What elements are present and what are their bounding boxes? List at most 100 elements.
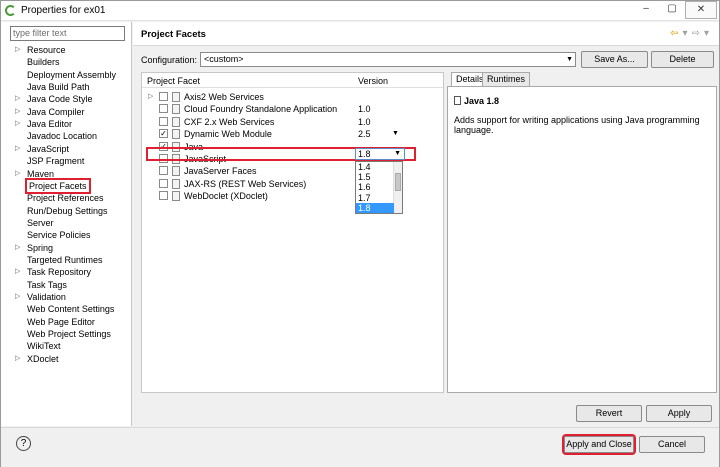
facet-checkbox[interactable]: ✓: [159, 129, 168, 139]
tab-runtimes[interactable]: Runtimes: [482, 72, 531, 86]
save-as-button[interactable]: Save As...: [581, 51, 648, 68]
sidebar-item-label: Javadoc Location: [27, 131, 98, 142]
sidebar-item-label: JavaScript: [27, 143, 70, 154]
facet-title-label: Java 1.8: [464, 96, 500, 106]
scrollbar-thumb[interactable]: [395, 173, 401, 191]
expand-arrow-icon[interactable]: ▷: [148, 91, 153, 103]
forward-menu-icon[interactable]: ▾: [704, 28, 709, 39]
facet-icon: [172, 191, 180, 202]
facet-name: JavaServer Faces: [184, 166, 257, 177]
facet-version: 1.0: [358, 116, 371, 127]
eclipse-icon: [5, 5, 16, 16]
help-icon[interactable]: ?: [16, 436, 31, 451]
sidebar-item-label: JSP Fragment: [27, 156, 85, 167]
sidebar-item-label: Java Editor: [27, 119, 73, 130]
sidebar-item-label: Targeted Runtimes: [27, 254, 103, 265]
facets-table-header: Project Facet Version: [142, 73, 443, 88]
sidebar-item-label: Project References: [27, 193, 104, 204]
facet-name: Dynamic Web Module: [184, 129, 272, 140]
project-facets-page: Project Facets ⇦ ▾ ⇨ ▾ Configuration: <c…: [133, 22, 719, 426]
expand-arrow-icon[interactable]: ▷: [15, 353, 25, 365]
facet-row[interactable]: Cloud Foundry Standalone Application 1.0: [142, 103, 443, 115]
facet-checkbox[interactable]: [159, 104, 168, 114]
sidebar-item-label: Java Build Path: [27, 82, 90, 93]
facet-version: 2.5: [358, 129, 371, 140]
facet-checkbox[interactable]: [159, 116, 168, 126]
expand-arrow-icon[interactable]: ▷: [15, 143, 25, 155]
expand-arrow-icon[interactable]: ▷: [15, 118, 25, 130]
version-option[interactable]: 1.8: [356, 202, 394, 213]
sidebar-item-label: Web Page Editor: [27, 316, 95, 327]
configuration-select[interactable]: <custom> ▼: [200, 52, 576, 67]
facet-name: Axis2 Web Services: [184, 92, 264, 102]
sidebar-item-label: Validation: [27, 292, 66, 302]
version-dropdown-value: 1.8: [358, 149, 371, 159]
facet-checkbox[interactable]: [159, 92, 168, 101]
version-option[interactable]: 1.7: [356, 193, 394, 203]
chevron-down-icon: ▼: [394, 150, 401, 157]
facet-row[interactable]: ✓ Dynamic Web Module 2.5 ▼: [142, 128, 443, 140]
facet-name: CXF 2.x Web Services: [184, 116, 275, 127]
sidebar-item-label: Java Code Style: [27, 94, 93, 105]
details-panel: Details Runtimes Java 1.8 Adds support f…: [447, 72, 717, 393]
facet-title: Java 1.8: [454, 96, 499, 106]
scrollbar[interactable]: [393, 162, 402, 213]
sidebar-item-label: Task Repository: [27, 267, 92, 278]
apply-and-close-button[interactable]: Apply and Close: [562, 434, 636, 455]
facet-name: WebDoclet (XDoclet): [184, 191, 268, 202]
apply-button[interactable]: Apply: [646, 405, 712, 422]
sidebar-item-label: Spring: [27, 242, 54, 253]
facet-name: Cloud Foundry Standalone Application: [184, 104, 338, 115]
page-header: Project Facets ⇦ ▾ ⇨ ▾: [133, 22, 719, 46]
expand-arrow-icon[interactable]: ▷: [15, 168, 25, 180]
expand-arrow-icon[interactable]: ▷: [15, 44, 25, 56]
version-option[interactable]: 1.6: [356, 182, 394, 192]
properties-dialog: Properties for ex01 ‒ ▢ ✕ type filter te…: [0, 0, 720, 467]
column-header-facet: Project Facet: [147, 76, 201, 86]
chevron-down-icon[interactable]: ▼: [392, 128, 399, 140]
version-dropdown[interactable]: 1.8 ▼: [355, 148, 405, 160]
details-content: Java 1.8 Adds support for writing applic…: [447, 86, 717, 393]
facet-icon: [172, 92, 180, 102]
version-option[interactable]: 1.5: [356, 172, 394, 182]
preference-tree-pane: type filter text ▷ Resource Builders Deploy…: [1, 22, 132, 426]
facet-icon: [172, 129, 180, 140]
version-option[interactable]: 1.4: [356, 162, 394, 172]
forward-arrow-icon[interactable]: ⇨: [692, 28, 700, 39]
facet-checkbox[interactable]: [159, 166, 168, 176]
close-icon[interactable]: ✕: [685, 1, 717, 19]
maximize-icon[interactable]: ▢: [659, 1, 685, 19]
facet-row[interactable]: CXF 2.x Web Services 1.0: [142, 116, 443, 128]
sidebar-item-label: Web Content Settings: [27, 304, 115, 315]
sidebar-item-label: Web Project Settings: [27, 329, 111, 340]
configuration-value: <custom>: [204, 54, 244, 64]
expand-arrow-icon[interactable]: ▷: [15, 291, 25, 303]
version-options-list[interactable]: 1.4 1.5 1.6 1.7 1.8: [355, 161, 403, 214]
expand-arrow-icon[interactable]: ▷: [15, 242, 25, 254]
sidebar-item-label: Java Compiler: [27, 106, 85, 117]
sidebar-item-label: Service Policies: [27, 230, 91, 241]
sidebar-item-label: Run/Debug Settings: [27, 205, 108, 216]
facet-row[interactable]: ▷ Axis2 Web Services: [142, 91, 443, 103]
cancel-button[interactable]: Cancel: [639, 436, 705, 453]
history-nav: ⇦ ▾ ⇨ ▾: [670, 28, 709, 39]
back-arrow-icon[interactable]: ⇦: [670, 28, 678, 39]
minimize-icon[interactable]: ‒: [633, 1, 659, 19]
revert-button[interactable]: Revert: [576, 405, 642, 422]
facet-checkbox[interactable]: [159, 178, 168, 188]
sidebar-item-label: WikiText: [27, 341, 61, 352]
expand-arrow-icon[interactable]: ▷: [15, 93, 25, 105]
facet-checkbox[interactable]: [159, 191, 168, 201]
facet-icon: [172, 104, 180, 115]
expand-arrow-icon[interactable]: ▷: [15, 266, 25, 278]
sidebar-item-label: Server: [27, 217, 54, 228]
facet-icon: [172, 116, 180, 127]
facet-icon: [172, 178, 180, 189]
facet-icon: [172, 166, 180, 177]
filter-input[interactable]: type filter text: [10, 26, 125, 41]
column-header-version: Version: [358, 76, 389, 86]
expand-arrow-icon[interactable]: ▷: [15, 106, 25, 118]
delete-button[interactable]: Delete: [651, 51, 714, 68]
title-bar: Properties for ex01 ‒ ▢ ✕: [1, 1, 719, 21]
back-menu-icon[interactable]: ▾: [683, 28, 688, 39]
